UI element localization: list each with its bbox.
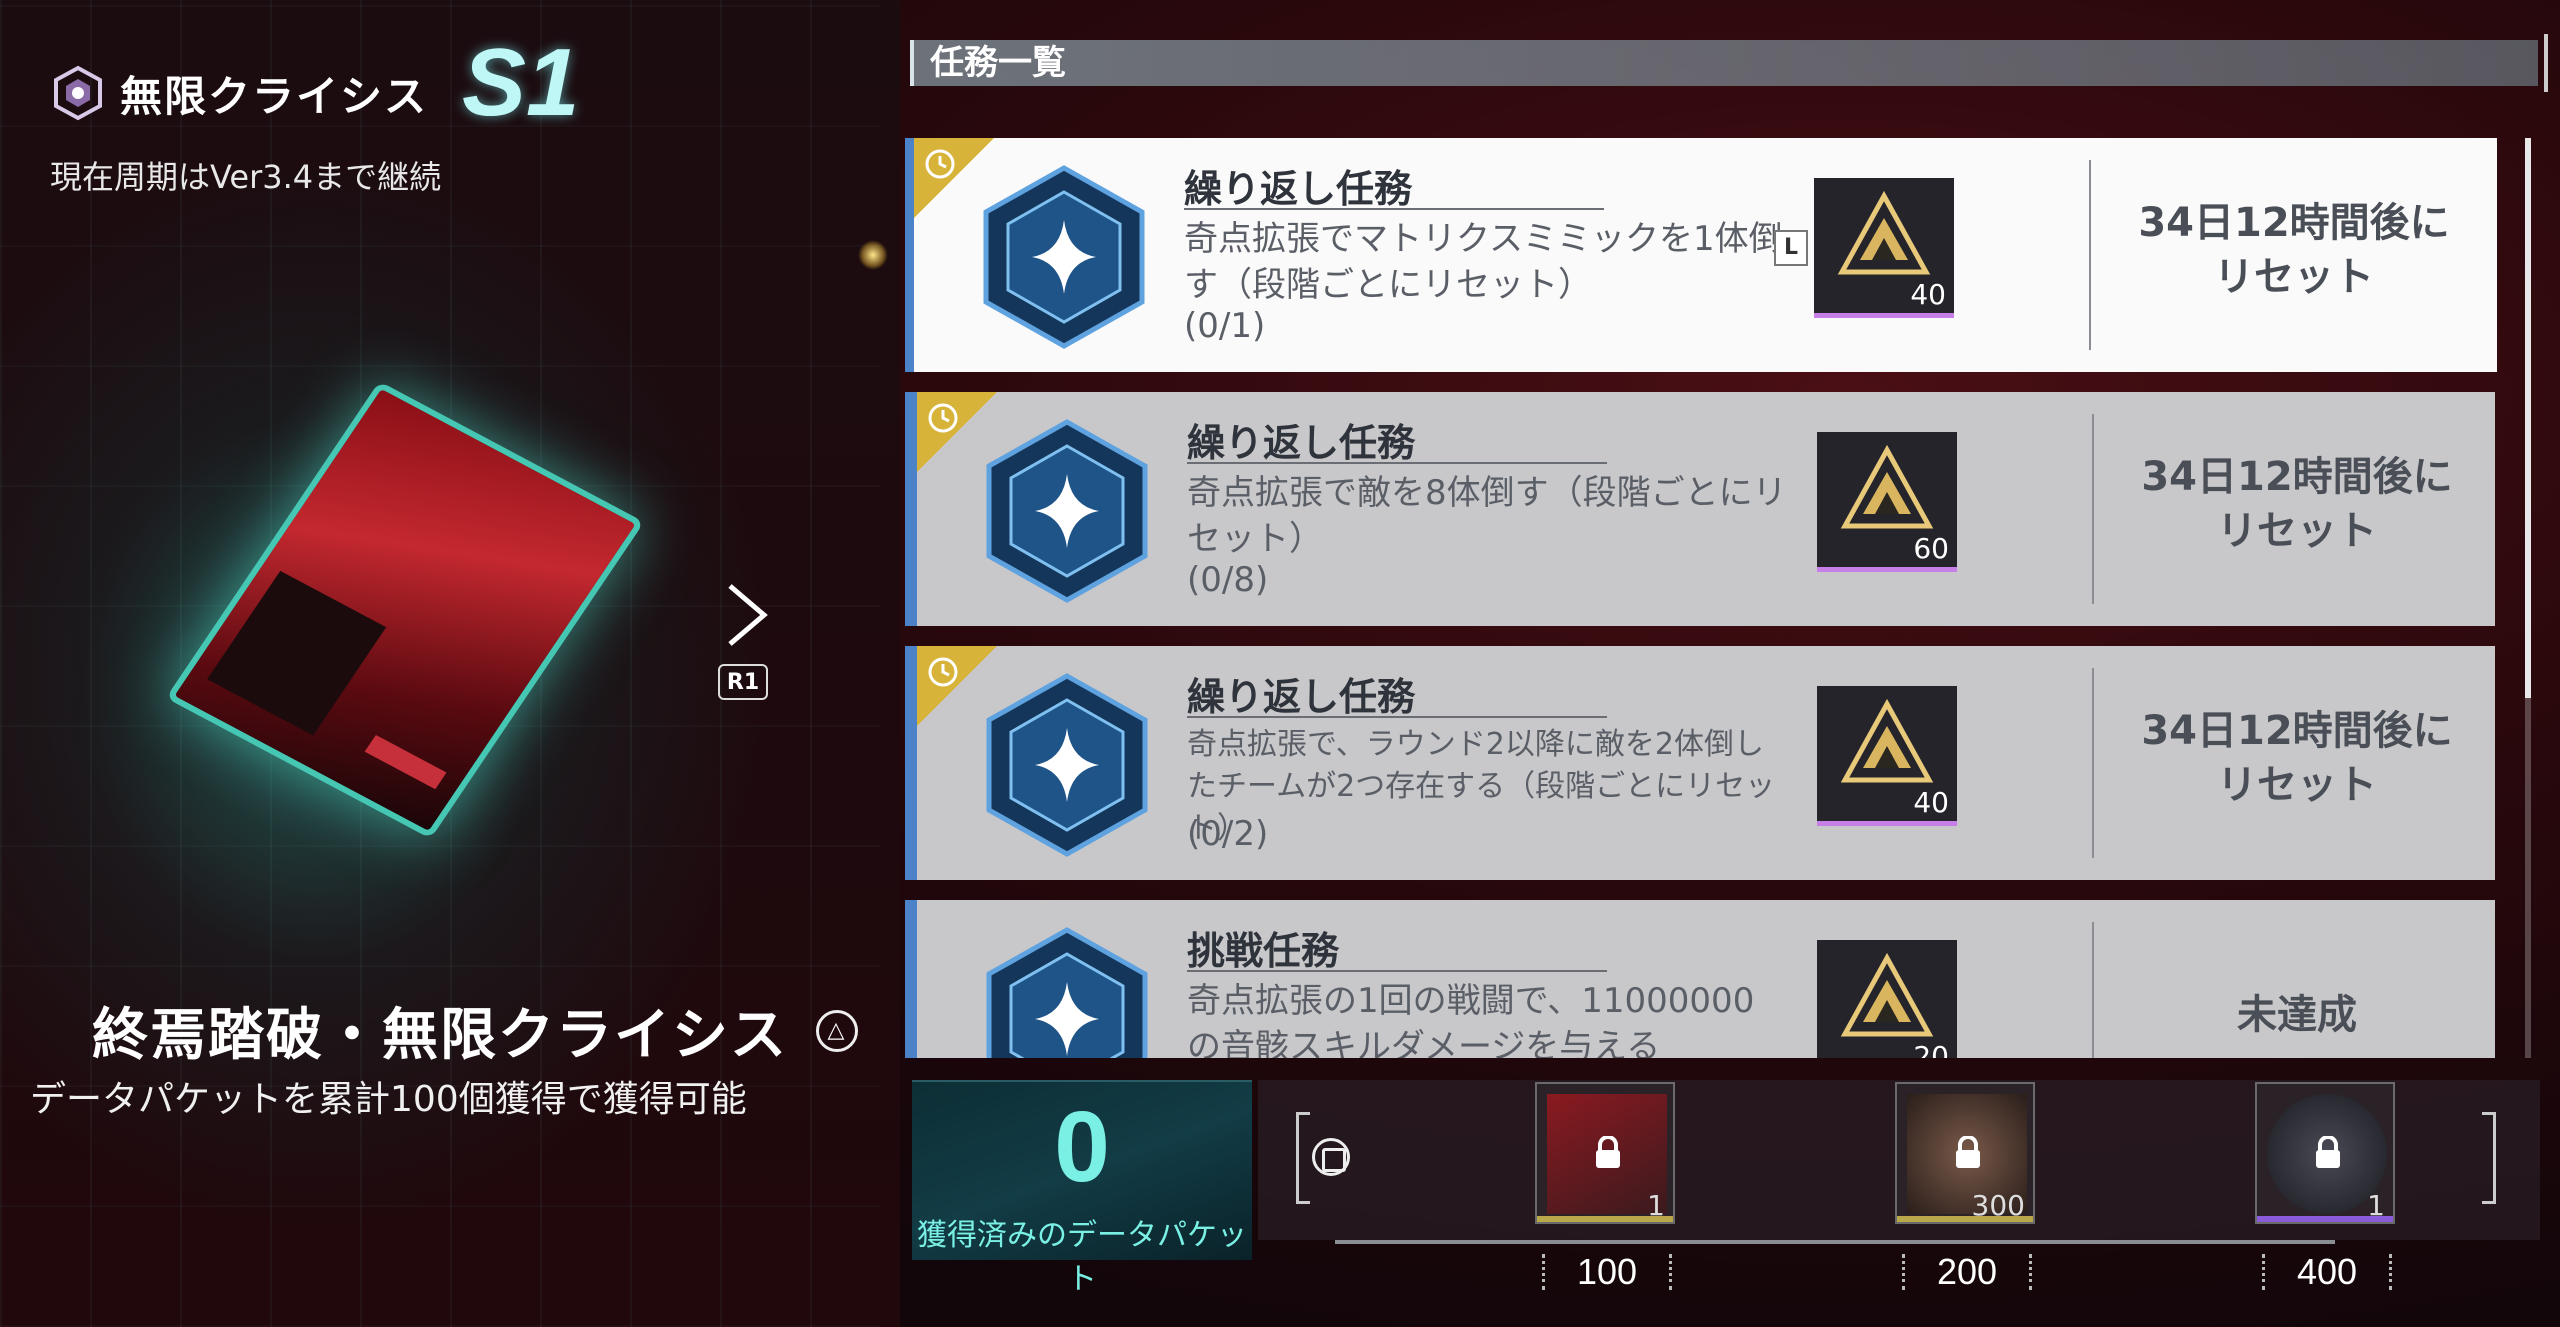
mission-description: 奇点拡張でマトリクスミミックを1体倒す（段階ごとにリセット） xyxy=(1184,219,1783,305)
reward-qty: 40 xyxy=(1910,278,1946,311)
mission-hex-icon xyxy=(986,927,1148,1058)
data-packet-icon xyxy=(1837,190,1931,275)
rarity-bar xyxy=(1537,1216,1673,1222)
season-badge: S1 xyxy=(462,29,580,136)
lock-icon xyxy=(1596,1136,1620,1168)
reward-description: データパケットを累計100個獲得で獲得可能 xyxy=(30,1079,747,1120)
mission-hex-icon xyxy=(986,419,1148,603)
rarity-bar xyxy=(1897,1216,2033,1222)
mission-reset-time: 34日12時間後にリセット xyxy=(2141,454,2453,554)
reward-card-image xyxy=(165,381,645,839)
milestone-threshold: 100 xyxy=(1542,1254,1672,1290)
mission-item[interactable]: 繰り返し任務 奇点拡張で敵を8体倒す（段階ごとにリセット） (0/8) 60 3… xyxy=(905,392,2495,626)
reward-card-preview[interactable] xyxy=(165,381,645,839)
packet-counter: 0 獲得済みのデータパケット xyxy=(912,1080,1252,1297)
mission-progress: (0/2) xyxy=(1187,814,1269,854)
r1-key-hint: R1 xyxy=(718,664,768,700)
reward-title: 終焉踏破・無限クライシス △ xyxy=(92,990,858,1071)
data-packet-icon xyxy=(1840,952,1934,1037)
mission-list[interactable]: 繰り返し任務 奇点拡張でマトリクスミミックを1体倒す（段階ごとにリセット） (0… xyxy=(905,138,2505,1058)
mission-type: 繰り返し任務 xyxy=(1184,167,1413,211)
mission-hex-icon xyxy=(983,165,1145,349)
mission-type: 繰り返し任務 xyxy=(1187,675,1416,719)
triangle-button-icon[interactable]: △ xyxy=(816,1009,858,1052)
mission-scrollbar-thumb[interactable] xyxy=(2525,138,2531,698)
mission-item[interactable]: 繰り返し任務 奇点拡張で、ラウンド2以降に敵を2体倒したチームが2つ存在する（段… xyxy=(905,646,2495,880)
mission-type-underline xyxy=(1187,462,1607,464)
mission-reward[interactable]: 20 xyxy=(1817,940,1957,1058)
mission-type-underline xyxy=(1187,970,1607,972)
lock-icon xyxy=(2316,1136,2340,1168)
square-button-icon[interactable] xyxy=(1312,1138,1350,1176)
mission-reset-time: 34日12時間後にリセット xyxy=(2141,708,2453,808)
l-tag-badge: L xyxy=(1774,230,1808,266)
packet-count: 0 xyxy=(1054,1091,1110,1203)
reward-qty: 20 xyxy=(1913,1040,1949,1058)
mission-type-underline xyxy=(1184,208,1604,210)
season-period-text: 現在周期はVer3.4まで継続 xyxy=(50,158,442,196)
milestone-reward-slot[interactable]: 1 xyxy=(1535,1082,1675,1224)
lock-icon xyxy=(1956,1136,1980,1168)
mission-scrollbar-track[interactable] xyxy=(2525,698,2531,1058)
mission-type: 繰り返し任務 xyxy=(1187,421,1416,465)
mission-hex-icon xyxy=(986,673,1148,857)
reward-qty: 60 xyxy=(1913,532,1949,565)
reward-title-text: 終焉踏破・無限クライシス xyxy=(92,1003,788,1068)
mission-reset-time: 34日12時間後にリセット xyxy=(2138,200,2450,300)
season-name: 無限クライシス xyxy=(120,71,429,121)
track-bracket-left xyxy=(1296,1112,1310,1204)
mission-description: 奇点拡張で、ラウンド2以降に敵を2体倒したチームが2つ存在する（段階ごとにリセッ… xyxy=(1187,727,1776,846)
mission-description: 奇点拡張の1回の戦闘で、11000000の音骸スキルダメージを与える xyxy=(1187,981,1755,1058)
mission-divider xyxy=(2089,160,2091,350)
rarity-bar xyxy=(2257,1216,2393,1222)
track-progress-line xyxy=(1335,1240,2335,1244)
mission-reward[interactable]: 40 xyxy=(1814,178,1954,318)
card-panel xyxy=(207,570,387,736)
milestone-reward-slot[interactable]: 300 xyxy=(1895,1082,2035,1224)
mission-progress: (0/1) xyxy=(1184,306,1266,346)
clock-icon xyxy=(928,403,958,433)
mission-divider xyxy=(2092,414,2094,604)
clock-icon xyxy=(925,149,955,179)
milestone-reward-slot[interactable]: 1 xyxy=(2255,1082,2395,1224)
card-bar xyxy=(364,734,447,790)
milestone-threshold: 400 xyxy=(2262,1254,2392,1290)
packet-label: 獲得済みのデータパケット xyxy=(917,1218,1247,1297)
mission-item[interactable]: 繰り返し任務 奇点拡張でマトリクスミミックを1体倒す（段階ごとにリセット） (0… xyxy=(905,138,2497,372)
mission-reward[interactable]: 40 xyxy=(1817,686,1957,826)
season-emblem-icon xyxy=(54,65,102,121)
next-arrow-icon[interactable] xyxy=(718,580,778,650)
mission-status: 未達成 xyxy=(2237,992,2357,1038)
mission-item[interactable]: 挑戦任務 奇点拡張の1回の戦闘で、11000000の音骸スキルダメージを与える … xyxy=(905,900,2495,1058)
mission-list-header: 任務一覧 xyxy=(910,34,2548,92)
glow-particle xyxy=(858,240,888,270)
mission-divider xyxy=(2092,922,2094,1058)
data-packet-icon xyxy=(1840,444,1934,529)
mission-divider xyxy=(2092,668,2094,858)
track-bracket-right xyxy=(2482,1112,2496,1204)
clock-icon xyxy=(928,657,958,687)
milestone-threshold: 200 xyxy=(1902,1254,2032,1290)
mission-type: 挑戦任務 xyxy=(1187,929,1340,973)
data-packet-icon xyxy=(1840,698,1934,783)
mission-type-underline xyxy=(1187,716,1607,718)
mission-description: 奇点拡張で敵を8体倒す（段階ごとにリセット） xyxy=(1187,473,1787,559)
mission-progress: (0/8) xyxy=(1187,560,1269,600)
mission-reward[interactable]: 60 xyxy=(1817,432,1957,572)
reward-qty: 40 xyxy=(1913,786,1949,819)
season-header: 無限クライシス S1 xyxy=(50,29,579,138)
